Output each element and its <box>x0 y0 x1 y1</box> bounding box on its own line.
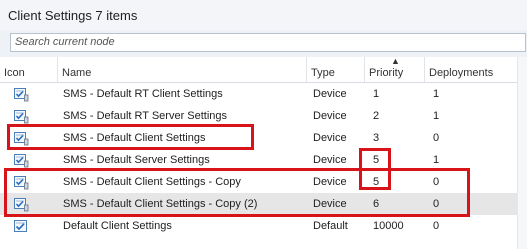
table-row[interactable]: SMS - Default Client Settings Device 3 0 <box>0 127 527 149</box>
row-deployments: 0 <box>433 198 440 210</box>
row-priority: 2 <box>373 110 380 122</box>
row-type: Device <box>313 198 347 210</box>
row-deployments: 1 <box>433 88 440 100</box>
client-settings-icon <box>13 86 29 102</box>
row-priority: 3 <box>373 132 380 144</box>
client-settings-icon <box>13 152 29 168</box>
column-header-icon[interactable]: Icon <box>0 57 57 82</box>
row-deployments: 0 <box>433 176 440 188</box>
default-settings-icon <box>13 218 29 234</box>
row-priority: 5 <box>373 176 380 188</box>
client-settings-icon <box>13 108 29 124</box>
client-settings-icon <box>13 130 29 146</box>
column-header-deployments-label: Deployments <box>429 67 494 79</box>
page-title: Client Settings 7 items <box>8 8 138 23</box>
table-row[interactable]: SMS - Default Client Settings - Copy (2)… <box>0 193 527 215</box>
row-name: SMS - Default Client Settings - Copy <box>63 176 241 188</box>
sort-ascending-icon: ▲ <box>391 56 400 66</box>
row-type: Device <box>313 88 347 100</box>
column-header-type[interactable]: Type <box>306 57 364 82</box>
row-name: SMS - Default Server Settings <box>63 154 210 166</box>
row-type: Device <box>313 132 347 144</box>
column-header-type-label: Type <box>311 67 335 79</box>
scrollbar[interactable] <box>517 57 527 249</box>
table-row[interactable]: Default Client Settings Default 10000 0 <box>0 215 527 237</box>
row-priority: 10000 <box>373 220 404 232</box>
row-name: SMS - Default Client Settings - Copy (2) <box>63 198 258 210</box>
search-bar: Search current node <box>0 30 527 57</box>
column-header-name-label: Name <box>62 67 92 79</box>
client-settings-icon <box>13 196 29 212</box>
column-header-name[interactable]: Name <box>57 57 306 82</box>
column-header-priority-label: Priority <box>369 67 404 79</box>
row-deployments: 1 <box>433 110 440 122</box>
row-priority: 1 <box>373 88 380 100</box>
client-settings-icon <box>13 174 29 190</box>
row-deployments: 1 <box>433 154 440 166</box>
search-placeholder: Search current node <box>15 36 115 48</box>
row-name: Default Client Settings <box>63 220 172 232</box>
column-header-icon-label: Icon <box>4 67 25 79</box>
row-type: Device <box>313 176 347 188</box>
list-header: Icon Name Type ▲ Priority Deployments <box>0 56 527 83</box>
row-name: SMS - Default Client Settings <box>63 132 206 144</box>
search-input[interactable]: Search current node <box>10 33 526 52</box>
title-bar: Client Settings 7 items <box>0 0 527 30</box>
row-name: SMS - Default RT Server Settings <box>63 110 228 122</box>
column-header-deployments[interactable]: Deployments <box>424 57 518 82</box>
row-type: Device <box>313 154 347 166</box>
row-type: Default <box>313 220 348 232</box>
column-header-priority[interactable]: ▲ Priority <box>364 56 424 82</box>
row-type: Device <box>313 110 347 122</box>
row-deployments: 0 <box>433 220 440 232</box>
table-row[interactable]: SMS - Default Server Settings Device 5 1 <box>0 149 527 171</box>
row-name: SMS - Default RT Client Settings <box>63 88 223 100</box>
table-row[interactable]: SMS - Default RT Server Settings Device … <box>0 105 527 127</box>
row-deployments: 0 <box>433 132 440 144</box>
row-priority: 5 <box>373 154 380 166</box>
table-row[interactable]: SMS - Default RT Client Settings Device … <box>0 83 527 105</box>
row-priority: 6 <box>373 198 380 210</box>
table-row[interactable]: SMS - Default Client Settings - Copy Dev… <box>0 171 527 193</box>
